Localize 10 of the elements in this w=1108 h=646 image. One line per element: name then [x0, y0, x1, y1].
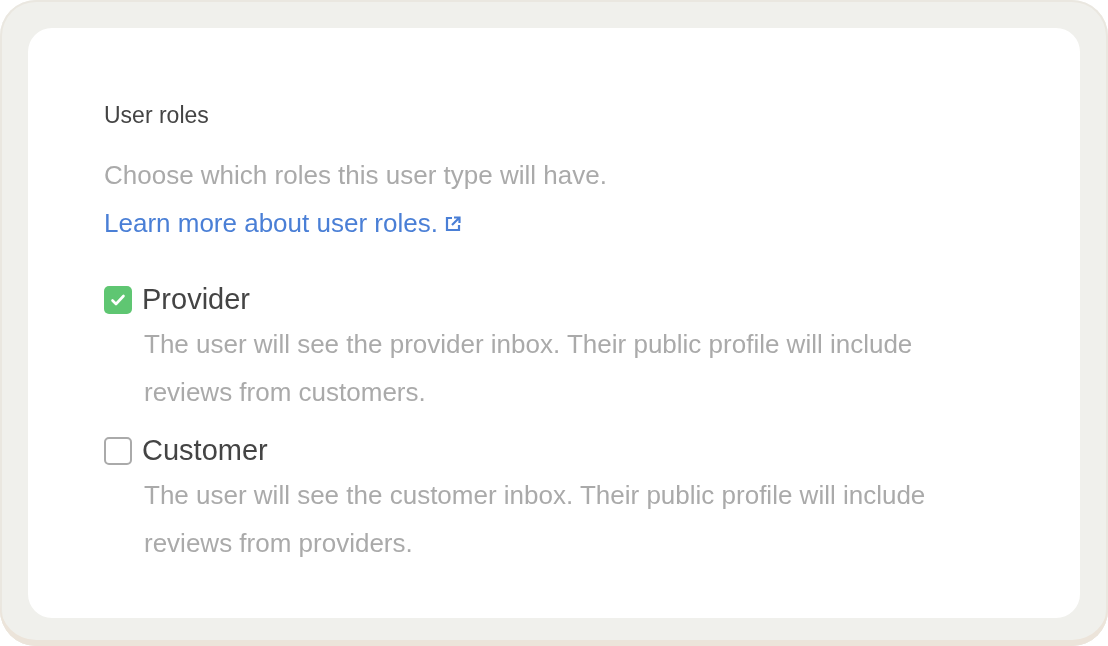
option-description: The user will see the provider inbox. Their public profile will include reviews from customers.: [144, 328, 914, 409]
section-title: User roles: [104, 102, 210, 129]
option-label: Customer: [142, 434, 268, 467]
external-link-icon: [443, 215, 462, 233]
option-label: Provider: [142, 283, 250, 316]
option-description: The user will see the customer inbox. Their public profile will include reviews from providers.: [144, 479, 927, 560]
checkbox[interactable]: [104, 285, 132, 314]
section-description: Choose which roles this user type will have. Learn more about user roles.: [104, 159, 608, 240]
learn-more-link[interactable]: Learn more about user roles.: [104, 208, 462, 238]
checkbox[interactable]: [104, 436, 132, 465]
